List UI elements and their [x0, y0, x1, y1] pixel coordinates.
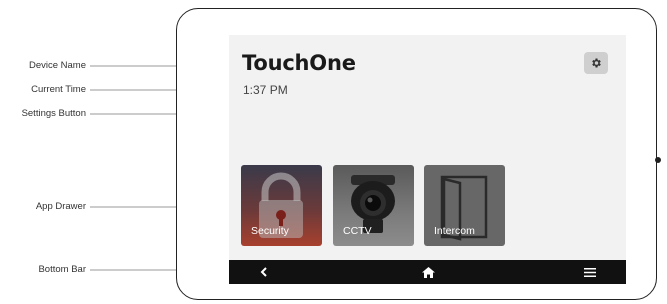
- bottom-bar: [229, 260, 626, 284]
- device-name: TouchOne: [242, 51, 356, 75]
- side-indicator-dot: [655, 157, 661, 163]
- menu-button[interactable]: [579, 260, 601, 284]
- app-tile-intercom[interactable]: Intercom: [424, 165, 505, 246]
- home-button[interactable]: [417, 260, 439, 284]
- chevron-left-icon: [260, 267, 267, 277]
- app-label-cctv: CCTV: [343, 225, 372, 237]
- callout-current-time: Current Time: [31, 84, 86, 95]
- gear-icon: [592, 58, 601, 68]
- app-label-intercom: Intercom: [434, 225, 475, 237]
- callout-app-drawer: App Drawer: [35, 201, 86, 212]
- touch-screen: TouchOne 1:37 PM Security CCTV Intercom: [229, 35, 626, 284]
- back-button[interactable]: [253, 260, 275, 284]
- menu-icon: [584, 267, 596, 277]
- current-time: 1:37 PM: [243, 83, 288, 97]
- settings-button[interactable]: [584, 52, 608, 74]
- app-tile-security[interactable]: Security: [241, 165, 322, 246]
- app-drawer: Security CCTV Intercom: [241, 165, 511, 247]
- callout-settings-button: Settings Button: [21, 108, 86, 119]
- app-tile-cctv[interactable]: CCTV: [333, 165, 414, 246]
- callout-bottom-bar: Bottom Bar: [38, 264, 86, 275]
- app-label-security: Security: [251, 225, 289, 237]
- callout-device-name: Device Name: [28, 60, 86, 71]
- home-icon: [421, 266, 435, 278]
